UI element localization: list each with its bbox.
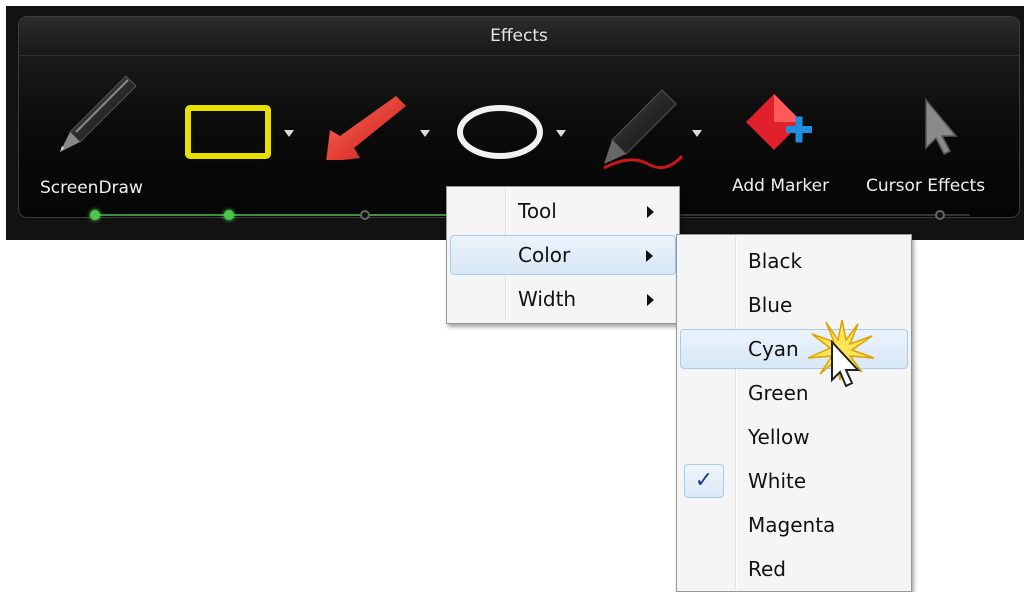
rectangle-dropdown-arrow[interactable]: [284, 130, 294, 137]
cursor-effects-button[interactable]: Cursor Effects: [866, 50, 986, 196]
color-item-black[interactable]: Black: [680, 241, 908, 281]
status-dot: [360, 210, 370, 220]
checkmark-icon: ✓: [684, 464, 724, 498]
rectangle-tool-button[interactable]: [178, 50, 278, 160]
arrow-icon: [326, 96, 406, 160]
color-item-green[interactable]: Green: [680, 373, 908, 413]
color-item-white[interactable]: ✓ White: [680, 461, 908, 501]
arrow-tool-button[interactable]: [316, 50, 416, 160]
color-item-red[interactable]: Red: [680, 549, 908, 589]
status-dot: [935, 210, 945, 220]
submenu-arrow-icon: [647, 294, 654, 306]
status-dot: [90, 210, 100, 220]
cursor-effects-label: Cursor Effects: [866, 176, 986, 196]
menu-item-width[interactable]: Width: [450, 279, 676, 319]
color-item-magenta[interactable]: Magenta: [680, 505, 908, 545]
highlighter-dropdown-arrow[interactable]: [692, 130, 702, 137]
color-submenu: Black Blue Cyan Green Yellow ✓ White Mag…: [676, 234, 912, 592]
color-item-blue[interactable]: Blue: [680, 285, 908, 325]
screendraw-label: ScreenDraw: [40, 178, 143, 198]
screendraw-button[interactable]: ScreenDraw: [40, 50, 150, 198]
highlighter-pen-icon: [603, 89, 684, 170]
rectangle-icon: [185, 105, 271, 159]
add-marker-button[interactable]: Add Marker: [726, 50, 829, 196]
color-item-yellow[interactable]: Yellow: [680, 417, 908, 457]
menu-item-color[interactable]: Color: [450, 235, 676, 275]
submenu-arrow-icon: [646, 250, 653, 262]
add-marker-label: Add Marker: [732, 176, 830, 196]
ellipse-tool-button[interactable]: [450, 50, 550, 160]
cursor-effects-icon: [925, 97, 958, 156]
ellipse-icon: [457, 105, 543, 159]
status-dot: [224, 210, 234, 220]
menu-item-tool[interactable]: Tool: [450, 191, 676, 231]
color-item-cyan[interactable]: Cyan: [680, 329, 908, 369]
context-menu: Tool Color Width: [446, 186, 680, 324]
add-marker-icon: [746, 94, 812, 150]
highlighter-tool-button[interactable]: [590, 50, 700, 180]
submenu-arrow-icon: [647, 206, 654, 218]
arrow-dropdown-arrow[interactable]: [420, 130, 430, 137]
pen-icon: [60, 75, 137, 152]
ellipse-dropdown-arrow[interactable]: [556, 130, 566, 137]
